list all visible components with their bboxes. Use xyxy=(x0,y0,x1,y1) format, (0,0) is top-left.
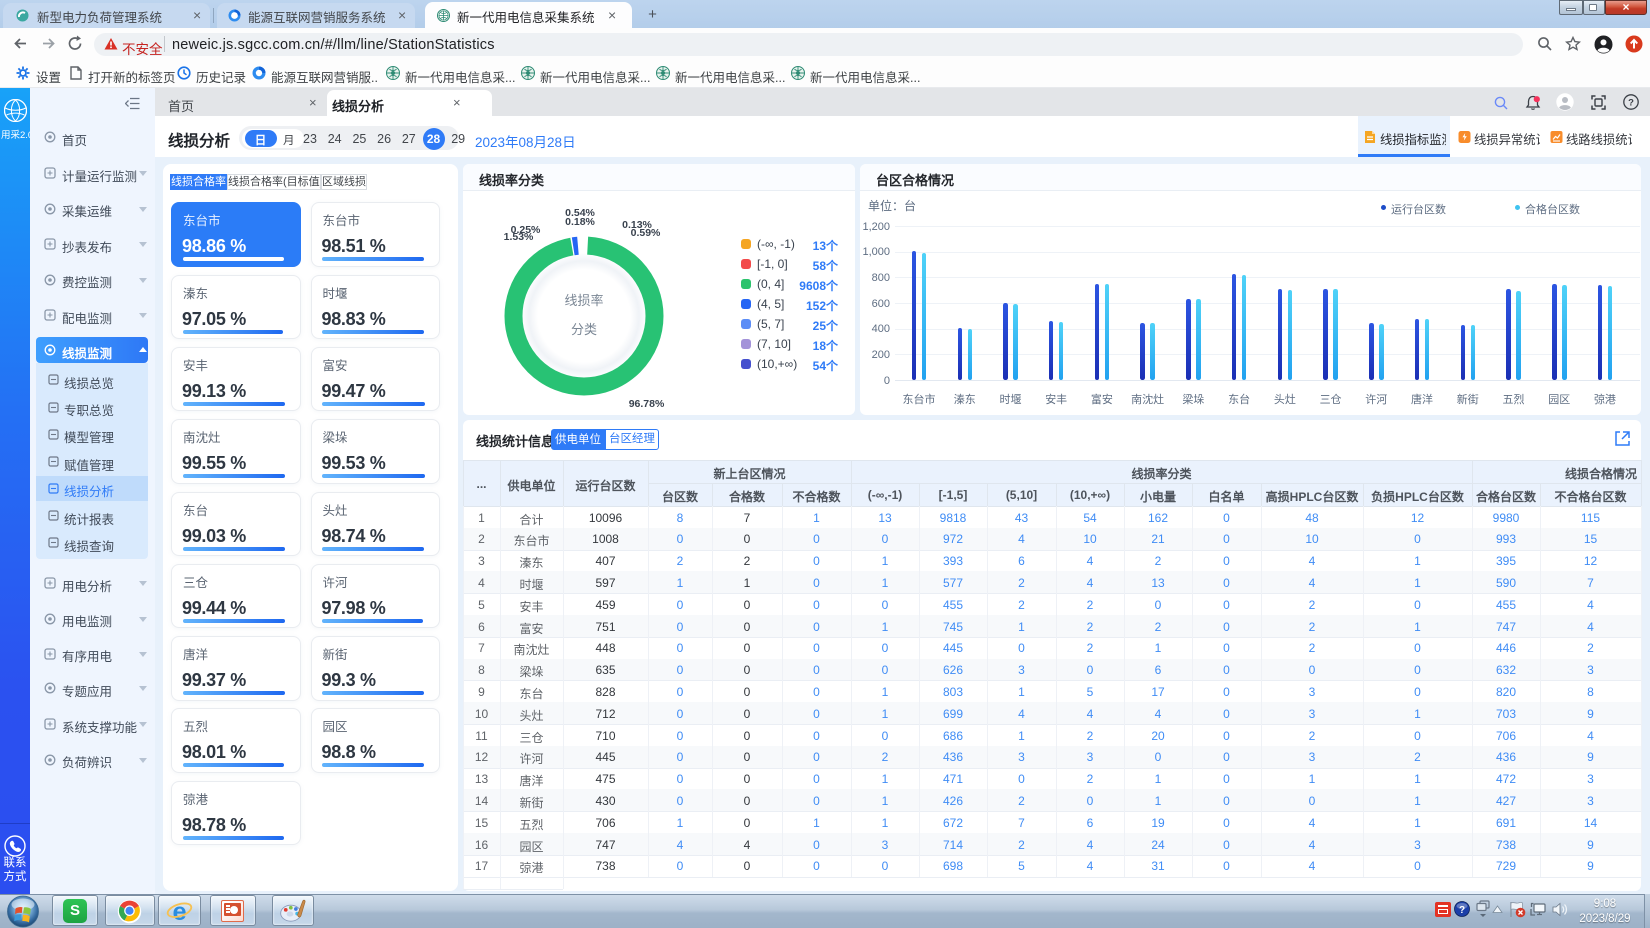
svg-text:?: ? xyxy=(1628,97,1634,108)
svg-text:线损率: 线损率 xyxy=(564,293,603,308)
svg-text:?: ? xyxy=(1459,905,1465,916)
svg-text:分类: 分类 xyxy=(571,322,597,337)
svg-text:e: e xyxy=(172,898,186,925)
